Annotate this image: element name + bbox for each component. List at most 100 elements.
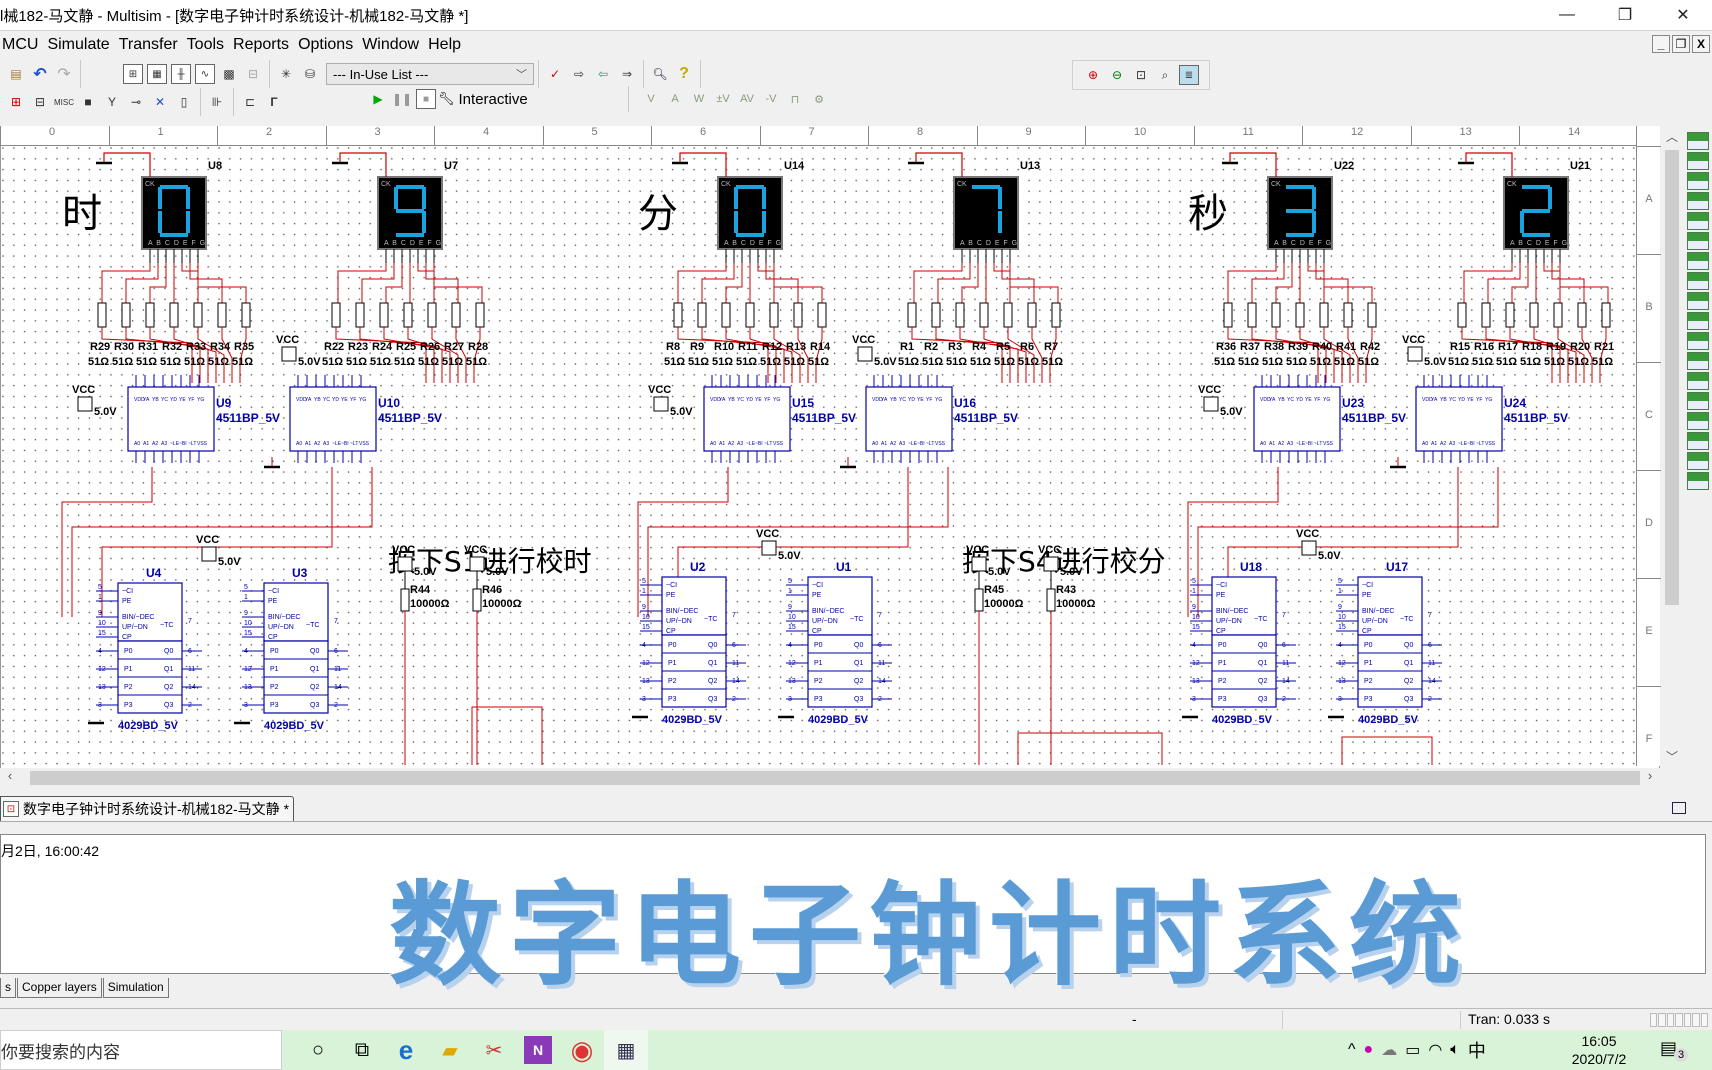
resistor[interactable] <box>403 302 413 328</box>
decoder-ref[interactable]: U10 <box>378 396 400 410</box>
counter-pin-num[interactable]: 10 <box>244 620 252 627</box>
close-button[interactable]: ✕ <box>1654 0 1712 30</box>
counter-pin[interactable]: CP <box>666 628 676 635</box>
cortana-icon[interactable]: ○ <box>296 1030 340 1070</box>
counter-pin[interactable]: PE <box>1362 592 1372 599</box>
display-ck-label[interactable]: CK <box>381 181 391 188</box>
resistor-ref[interactable]: R26 <box>420 341 440 353</box>
counter-p-pin[interactable]: P3 <box>814 696 823 703</box>
counter-p-pin[interactable]: P0 <box>124 648 133 655</box>
counter-pin[interactable]: UP/~DN <box>666 618 692 625</box>
resistor[interactable] <box>1343 302 1353 328</box>
resistor-ref[interactable]: R14 <box>810 341 831 353</box>
counter-tc-pin[interactable]: 7 <box>188 618 192 625</box>
resistor-value[interactable]: 51Ω <box>1568 356 1589 368</box>
decoder-pin[interactable]: ~BI <box>917 441 925 447</box>
display-pin-labels[interactable]: A B C D E F G <box>960 240 1018 247</box>
counter-pin-num[interactable]: 9 <box>642 604 646 611</box>
decoder-pin[interactable]: A3 <box>161 441 167 447</box>
decoder-part[interactable]: 4511BP_5V <box>1342 411 1406 425</box>
counter-pin-num[interactable]: 1 <box>788 588 792 595</box>
counter-q-pin[interactable]: Q1 <box>1258 660 1267 667</box>
counter-q-pin[interactable]: Q1 <box>164 666 173 673</box>
decoder-pin[interactable]: ~LT <box>350 441 358 447</box>
decoder-pin[interactable]: A1 <box>719 441 725 447</box>
counter-p-pin[interactable]: P1 <box>668 660 677 667</box>
decoder-pin[interactable]: YB <box>314 397 321 403</box>
resistor-ref[interactable]: R17 <box>1498 341 1518 353</box>
menu-window[interactable]: Window <box>360 36 426 54</box>
decoder-part[interactable]: 4511BP_5V <box>954 411 1018 425</box>
edge-icon[interactable]: e <box>384 1030 428 1070</box>
resistor-value[interactable]: 51Ω <box>346 356 367 368</box>
resistor-ref[interactable]: R38 <box>1264 341 1284 353</box>
resistor[interactable] <box>241 302 251 328</box>
counter-q-pin[interactable]: Q3 <box>854 696 863 703</box>
resistor-value[interactable]: 51Ω <box>1042 356 1063 368</box>
resistor-value[interactable]: 51Ω <box>1334 356 1355 368</box>
vcc-label[interactable]: VCC <box>648 384 671 396</box>
current-probe-icon[interactable]: A <box>665 89 685 109</box>
counter-pin-num[interactable]: 15 <box>788 624 796 631</box>
counter-q-pin[interactable]: Q2 <box>708 678 717 685</box>
electromechanical-icon[interactable]: ⊸ <box>126 92 146 112</box>
counter-part[interactable]: 4029BD_5V <box>662 714 723 726</box>
counter-pin[interactable]: PE <box>1216 592 1226 599</box>
counter-p-pin[interactable]: P1 <box>1364 660 1373 667</box>
display-ck-label[interactable]: CK <box>145 181 155 188</box>
resistor[interactable] <box>217 302 227 328</box>
display-ck-label[interactable]: CK <box>1507 181 1517 188</box>
counter-p-pin[interactable]: P0 <box>1218 642 1227 649</box>
counter-pin[interactable]: CP <box>268 634 278 641</box>
display-ck-label[interactable]: CK <box>1271 181 1281 188</box>
resistor[interactable] <box>1319 302 1329 328</box>
display-ck-label[interactable]: CK <box>957 181 967 188</box>
resistor-ref[interactable]: R6 <box>1020 341 1034 353</box>
zoom-fit-icon[interactable]: ⌕ <box>1155 65 1175 85</box>
resistor-ref[interactable]: R41 <box>1336 341 1356 353</box>
decoder-pin[interactable]: YD <box>170 397 177 403</box>
counter-part[interactable]: 4029BD_5V <box>1358 714 1419 726</box>
counter-p-pin[interactable]: P0 <box>1364 642 1373 649</box>
menu-options[interactable]: Options <box>296 36 360 54</box>
horizontal-scrollbar[interactable]: ‹ › <box>0 768 1660 788</box>
differential-probe-icon[interactable]: ±V <box>713 89 733 109</box>
decoder-pin[interactable]: YA <box>143 397 150 403</box>
instrument-icon[interactable] <box>1687 152 1709 170</box>
resistor-ref[interactable]: R15 <box>1450 341 1470 353</box>
counter-q-pin[interactable]: Q2 <box>854 678 863 685</box>
display-pin-labels[interactable]: A B C D E F G <box>384 240 442 247</box>
resistor[interactable] <box>1553 302 1563 328</box>
menu-reports[interactable]: Reports <box>231 36 296 54</box>
counter-p-pin[interactable]: P0 <box>814 642 823 649</box>
resistor-value[interactable]: 51Ω <box>1214 356 1235 368</box>
decoder-pin[interactable]: YC <box>1449 397 1456 403</box>
chrome-icon[interactable]: ◉ <box>560 1030 604 1070</box>
vcc-value[interactable]: 5.0V <box>486 566 509 578</box>
decoder-pin[interactable]: VSS <box>773 441 784 447</box>
advanced-peripherals-icon[interactable]: ▯ <box>174 92 194 112</box>
counter-pin-num[interactable]: 1 <box>642 588 646 595</box>
display-pin-labels[interactable]: A B C D E F G <box>148 240 206 247</box>
decoder-part[interactable]: 4511BP_5V <box>1504 411 1568 425</box>
resistor-ref[interactable]: R9 <box>690 341 704 353</box>
counter-q-pin[interactable]: Q0 <box>854 642 863 649</box>
resistor-ref[interactable]: R11 <box>738 341 758 353</box>
resistor-ref[interactable]: R4 <box>972 341 987 353</box>
decoder-pin[interactable]: A2 <box>1278 441 1284 447</box>
counter-pin-num[interactable]: 9 <box>1338 604 1342 611</box>
resistor-ref[interactable]: R27 <box>444 341 464 353</box>
counter-ref[interactable]: U3 <box>292 566 308 580</box>
counter-tc-pin[interactable]: 7 <box>732 612 736 619</box>
decoder-pin[interactable]: YG <box>1323 397 1330 403</box>
counter-pin[interactable]: ~CI <box>812 582 823 589</box>
reference-probe-icon[interactable]: -V <box>761 89 781 109</box>
place-text-icon[interactable]: Γ <box>264 92 284 112</box>
counter-pin-num[interactable]: 15 <box>98 630 106 637</box>
transfer-icon[interactable]: ⇒ <box>617 64 637 84</box>
counter-pin[interactable]: ~CI <box>666 582 677 589</box>
decoder-pin[interactable]: A0 <box>1260 441 1266 447</box>
resistor-ref[interactable]: R35 <box>234 341 254 353</box>
counter-ref[interactable]: U1 <box>836 560 852 574</box>
resistor-value[interactable]: 51Ω <box>418 356 439 368</box>
